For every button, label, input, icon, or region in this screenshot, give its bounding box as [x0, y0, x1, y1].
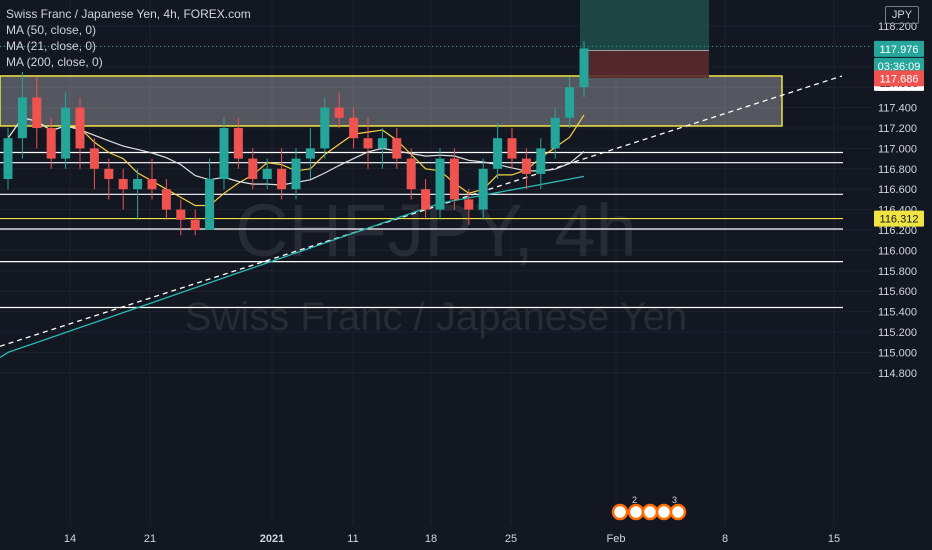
candle-body — [46, 128, 56, 159]
legend-ma50: MA (50, close, 0) — [6, 23, 97, 37]
candle-body — [104, 168, 114, 179]
candle-body — [133, 179, 143, 190]
price-tick-label: 115.400 — [878, 307, 917, 319]
price-tick-label: 116.800 — [878, 164, 917, 176]
stop-price-tag: 117.686 — [880, 73, 919, 85]
candle-body — [565, 87, 575, 118]
candle-body — [233, 128, 243, 159]
legend-title: Swiss Franc / Japanese Yen, 4h, FOREX.co… — [6, 7, 251, 21]
event-badges[interactable]: 23 — [611, 495, 687, 521]
price-tick-label: 115.000 — [878, 347, 917, 359]
event-badge-icon[interactable] — [641, 503, 659, 521]
candle-body — [507, 138, 517, 159]
candle-body — [89, 148, 99, 169]
candle-body — [536, 148, 546, 174]
candle-body — [3, 138, 13, 179]
time-tick-label: 25 — [505, 533, 517, 545]
candle-body — [464, 199, 474, 210]
price-tick-label: 115.200 — [878, 327, 917, 339]
candle-body — [579, 48, 589, 88]
candle-body — [190, 219, 200, 230]
price-tick-label: 114.800 — [878, 368, 917, 380]
candle-body — [334, 107, 344, 118]
time-tick-label: 18 — [425, 533, 437, 545]
time-axis[interactable]: 14 21 2021 11 18 25 Feb 8 15 — [64, 533, 840, 545]
candle-body — [277, 168, 287, 190]
candle-body — [392, 138, 402, 159]
resistance-zone[interactable] — [0, 75, 783, 127]
event-badge-icon[interactable] — [627, 503, 645, 521]
price-tick-label: 115.800 — [878, 266, 917, 278]
candle-body — [75, 107, 85, 149]
last-price-tag: 117.976 — [880, 44, 919, 56]
time-tick-label: 11 — [347, 533, 358, 545]
price-tick-label: 117.000 — [878, 143, 917, 155]
stop-zone[interactable] — [580, 50, 709, 79]
candle-body — [118, 179, 128, 190]
legend-ma200: MA (200, close, 0) — [6, 55, 103, 69]
candle-body — [17, 97, 27, 139]
price-tick-label: 116.600 — [878, 184, 917, 196]
candle-body — [248, 158, 258, 179]
price-tick-label: 117.200 — [878, 123, 917, 135]
time-tick-label: 8 — [722, 533, 728, 545]
candle-body — [406, 158, 416, 190]
candle-body — [205, 179, 215, 230]
time-tick-label: 15 — [828, 533, 840, 545]
candle-body — [349, 117, 359, 139]
candle-body — [291, 158, 301, 190]
price-chart[interactable]: CHFJPY, 4h Swiss Franc / Japanese Yen 11… — [0, 0, 932, 550]
event-badge-icon[interactable] — [655, 503, 673, 521]
time-tick-label: Feb — [607, 533, 626, 545]
event-badge-count: 2 — [632, 495, 637, 505]
candle-body — [493, 138, 503, 169]
price-axis[interactable]: 118.200118.000117.800117.600117.400117.2… — [874, 21, 924, 380]
chart-legend: Swiss Franc / Japanese Yen, 4h, FOREX.co… — [6, 6, 251, 70]
target-zone[interactable] — [580, 0, 709, 51]
candle-body — [147, 179, 157, 190]
candle-body — [363, 138, 373, 149]
event-badge-icon[interactable] — [611, 503, 629, 521]
candle-body — [377, 138, 387, 149]
candle-body — [305, 148, 315, 159]
level-price-tag: 116.312 — [880, 214, 919, 226]
candle-body — [32, 97, 42, 128]
time-tick-label: 2021 — [260, 533, 284, 545]
watermark: CHFJPY, 4h Swiss Franc / Japanese Yen — [185, 189, 688, 339]
price-tick-label: 116.200 — [878, 225, 917, 237]
price-tick-label: 116.000 — [878, 245, 917, 257]
candle-body — [161, 189, 171, 210]
candle-body — [550, 117, 560, 149]
candle-body — [449, 158, 459, 200]
time-tick-label: 14 — [64, 533, 76, 545]
candle-body — [421, 189, 431, 210]
candle-body — [320, 107, 330, 149]
legend-ma21: MA (21, close, 0) — [6, 39, 97, 53]
candle-body — [61, 107, 71, 159]
price-tick-label: 115.600 — [878, 286, 917, 298]
watermark-name: Swiss Franc / Japanese Yen — [185, 295, 688, 339]
candle-body — [435, 158, 445, 210]
price-tick-label: 117.400 — [878, 103, 917, 115]
candle-body — [219, 128, 229, 179]
candle-body — [176, 209, 186, 220]
event-badge-count: 3 — [672, 495, 677, 505]
candle-body — [262, 168, 272, 179]
candle-body — [478, 168, 488, 210]
candle-body — [521, 158, 531, 174]
currency-badge[interactable]: JPY — [885, 6, 919, 24]
time-tick-label: 21 — [144, 533, 156, 545]
event-badge-icon[interactable] — [669, 503, 687, 521]
